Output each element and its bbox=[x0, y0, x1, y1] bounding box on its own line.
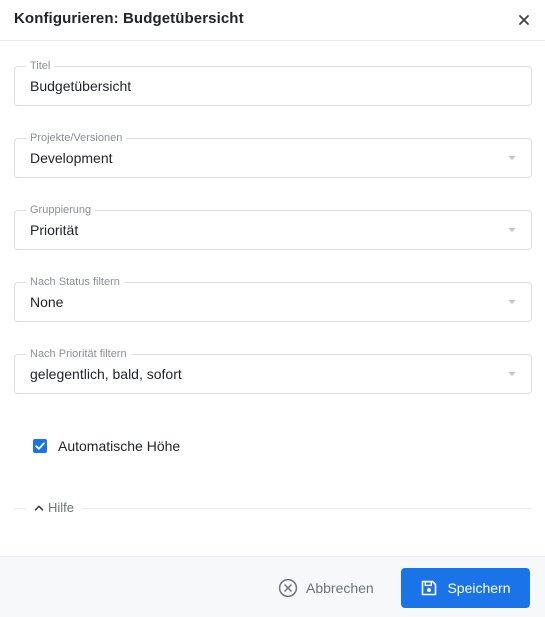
close-button[interactable] bbox=[515, 11, 533, 29]
save-button[interactable]: Speichern bbox=[401, 568, 530, 608]
chevron-down-icon bbox=[508, 300, 516, 304]
projects-select[interactable]: Projekte/Versionen Development bbox=[14, 131, 532, 178]
auto-height-checkbox[interactable] bbox=[33, 439, 47, 453]
dialog-footer: Abbrechen Speichern bbox=[0, 556, 545, 617]
priority-filter-value: gelegentlich, bald, sofort bbox=[30, 366, 182, 382]
help-toggle[interactable]: Hilfe bbox=[26, 498, 83, 518]
grouping-select-label: Gruppierung bbox=[26, 203, 96, 217]
status-filter-value: None bbox=[30, 294, 64, 310]
floppy-disk-icon bbox=[422, 580, 437, 596]
grouping-select-value: Priorität bbox=[30, 222, 79, 238]
help-section: Hilfe bbox=[14, 498, 532, 518]
chevron-down-icon bbox=[508, 156, 516, 160]
save-label: Speichern bbox=[447, 580, 511, 596]
auto-height-option: Automatische Höhe bbox=[33, 437, 180, 455]
title-field[interactable]: Titel Budgetübersicht bbox=[14, 59, 532, 106]
x-circle-icon bbox=[278, 578, 298, 598]
chevron-down-icon bbox=[508, 372, 516, 376]
help-divider bbox=[14, 508, 532, 509]
grouping-select[interactable]: Gruppierung Priorität bbox=[14, 203, 532, 250]
dialog-header: Konfigurieren: Budgetübersicht bbox=[0, 0, 545, 41]
status-filter-label: Nach Status filtern bbox=[26, 275, 124, 289]
auto-height-label[interactable]: Automatische Höhe bbox=[58, 438, 180, 454]
cancel-label: Abbrechen bbox=[306, 580, 374, 596]
projects-select-label: Projekte/Versionen bbox=[26, 131, 127, 145]
cancel-button[interactable]: Abbrechen bbox=[278, 578, 374, 598]
title-field-value: Budgetübersicht bbox=[30, 78, 132, 94]
dialog-title: Konfigurieren: Budgetübersicht bbox=[14, 10, 244, 27]
chevron-down-icon bbox=[508, 228, 516, 232]
close-icon bbox=[519, 15, 529, 25]
priority-filter-select[interactable]: Nach Priorität filtern gelegentlich, bal… bbox=[14, 347, 532, 394]
priority-filter-label: Nach Priorität filtern bbox=[26, 347, 131, 361]
projects-select-value: Development bbox=[30, 150, 113, 166]
chevron-up-icon bbox=[34, 505, 44, 511]
checkmark-icon bbox=[35, 442, 45, 450]
configure-dialog: Konfigurieren: Budgetübersicht Titel Bud… bbox=[0, 0, 545, 617]
help-label: Hilfe bbox=[48, 500, 75, 515]
status-filter-select[interactable]: Nach Status filtern None bbox=[14, 275, 532, 322]
title-field-label: Titel bbox=[26, 59, 55, 73]
